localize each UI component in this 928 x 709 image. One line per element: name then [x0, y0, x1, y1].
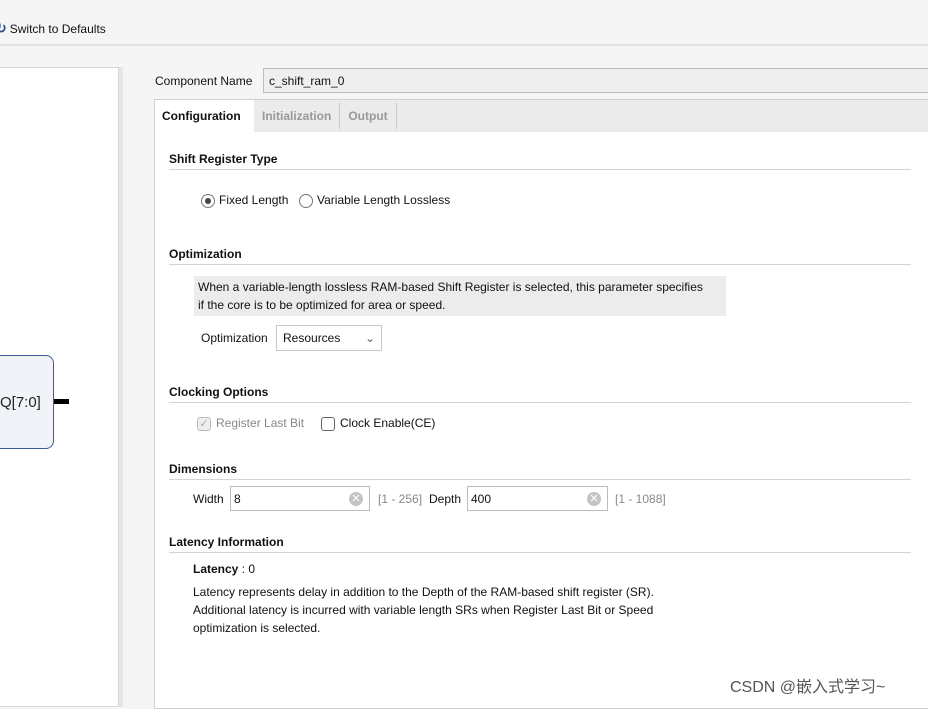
radio-fixed-length[interactable]: Fixed Length	[201, 193, 288, 208]
port-pin	[54, 399, 69, 404]
section-shift-register-type: Shift Register Type	[169, 152, 911, 170]
checkbox-label: Clock Enable(CE)	[340, 416, 436, 430]
section-optimization: Optimization	[169, 247, 911, 265]
tab-initialization[interactable]: Initialization	[254, 103, 341, 129]
switch-to-defaults-button[interactable]: ↻ Switch to Defaults	[0, 20, 106, 37]
latency-value: : 0	[241, 562, 256, 576]
checkbox-icon	[321, 416, 335, 431]
toolbar: ↻ Switch to Defaults	[0, 0, 928, 46]
port-label: Q[7:0]	[0, 394, 41, 411]
checkbox-label: Register Last Bit	[216, 416, 305, 430]
desc-line: optimization is selected.	[193, 621, 321, 635]
desc-line: if the core is to be optimized for area …	[198, 298, 446, 312]
tab-bar: Configuration Initialization Output	[155, 100, 928, 132]
radio-variable-length[interactable]: Variable Length Lossless	[299, 193, 450, 208]
radio-checked-icon	[201, 193, 215, 208]
clear-icon[interactable]: ✕	[587, 492, 601, 506]
width-value: 8	[234, 492, 241, 506]
refresh-icon: ↻	[0, 20, 7, 36]
section-clocking-options: Clocking Options	[169, 385, 911, 403]
component-name-label: Component Name	[155, 74, 253, 88]
latency-description: Latency represents delay in addition to …	[193, 583, 654, 637]
optimization-description: When a variable-length lossless RAM-base…	[194, 276, 726, 316]
depth-input[interactable]: 400 ✕	[467, 486, 608, 511]
clear-icon[interactable]: ✕	[349, 492, 363, 506]
radio-label: Fixed Length	[219, 193, 289, 207]
radio-label: Variable Length Lossless	[317, 193, 451, 207]
chevron-down-icon: ⌄	[364, 331, 375, 345]
optimization-select[interactable]: Resources ⌄	[276, 325, 382, 351]
section-latency-information: Latency Information	[169, 535, 911, 553]
depth-value: 400	[471, 492, 492, 506]
latency-readout: Latency : 0	[193, 562, 255, 576]
optimization-label: Optimization	[201, 331, 268, 345]
register-last-bit-checkbox[interactable]: ✓ Register Last Bit	[197, 416, 304, 431]
section-dimensions: Dimensions	[169, 462, 911, 480]
switch-to-defaults-label: Switch to Defaults	[9, 21, 106, 36]
latency-label: Latency	[193, 562, 239, 576]
clock-enable-checkbox[interactable]: Clock Enable(CE)	[321, 416, 435, 431]
width-input[interactable]: 8 ✕	[230, 486, 370, 511]
width-range: [1 - 256]	[378, 492, 423, 506]
tab-output[interactable]: Output	[340, 103, 397, 129]
component-name-input[interactable]: c_shift_ram_0	[263, 68, 928, 93]
watermark: CSDN @嵌入式学习~	[730, 679, 886, 696]
desc-line: Additional latency is incurred with vari…	[193, 603, 654, 617]
tab-configuration[interactable]: Configuration	[155, 100, 254, 132]
depth-range: [1 - 1088]	[615, 492, 666, 506]
splitter[interactable]	[119, 67, 123, 707]
config-panel: Configuration Initialization Output Shif…	[154, 99, 928, 709]
radio-unchecked-icon	[299, 193, 313, 208]
desc-line: When a variable-length lossless RAM-base…	[198, 280, 703, 294]
depth-label: Depth	[429, 492, 462, 506]
select-value: Resources	[283, 331, 341, 345]
checkmark-icon: ✓	[197, 416, 211, 431]
desc-line: Latency represents delay in addition to …	[193, 585, 654, 599]
width-label: Width	[193, 492, 224, 506]
